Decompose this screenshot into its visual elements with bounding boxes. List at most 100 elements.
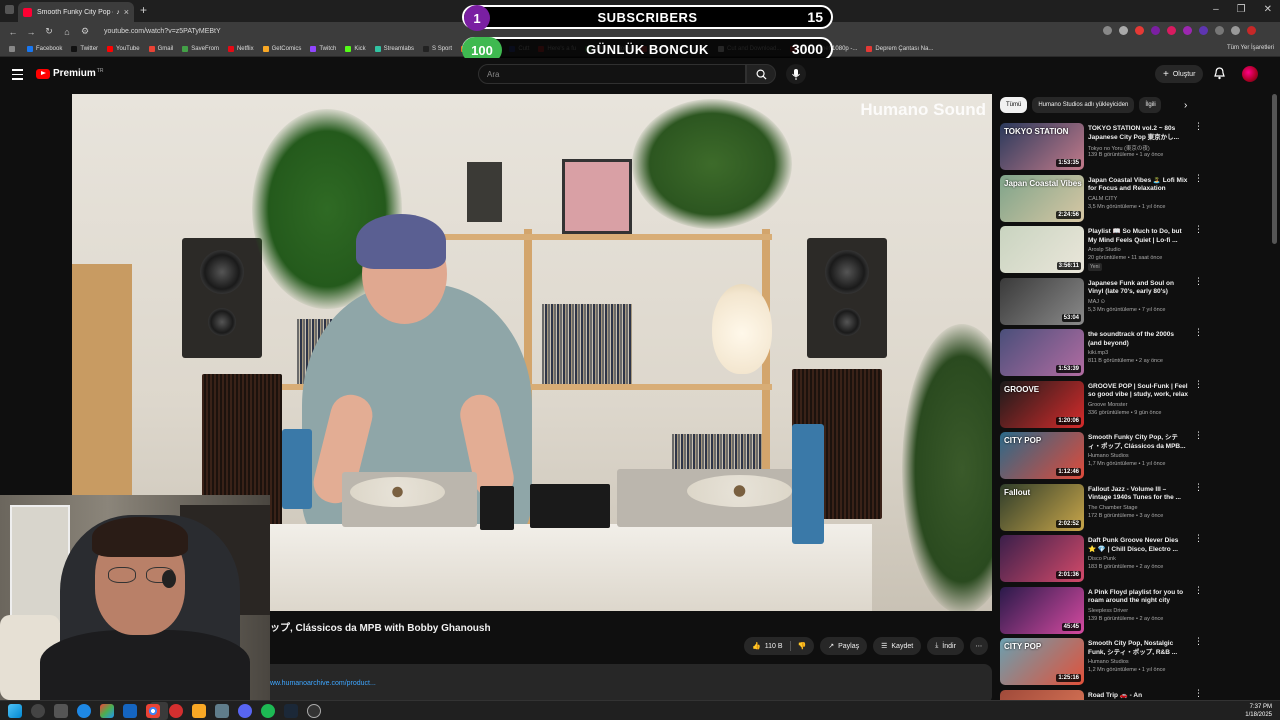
bookmark-item[interactable]: YouTube	[107, 45, 140, 52]
recommendation-channel[interactable]: Aroslp Studio	[1088, 247, 1121, 253]
more-vertical-icon[interactable]: ⋮	[1194, 585, 1203, 594]
search-taskbar-icon[interactable]	[31, 704, 45, 718]
recommendation-title[interactable]: TOKYO STATION vol.2 ~ 80s Japanese City …	[1088, 125, 1188, 142]
reload-icon[interactable]: ↻	[44, 26, 54, 37]
youtube-logo[interactable]: Premium TR	[36, 68, 103, 79]
recommendation-item[interactable]: 53:04 Japanese Funk and Soul on Vinyl (la…	[1000, 276, 1203, 325]
voice-search-button[interactable]	[786, 64, 806, 84]
tab-search-icon[interactable]	[5, 5, 14, 14]
extension-icon[interactable]	[1167, 26, 1176, 35]
recommendation-item[interactable]: 45:45 A Pink Floyd playlist for you to ro…	[1000, 585, 1203, 634]
download-button[interactable]: ⤓ İndir	[927, 637, 964, 655]
recommendation-channel[interactable]: The Chamber Stage	[1088, 505, 1138, 511]
recommendation-title[interactable]: Japan Coastal Vibes 🏝️ Lofi Mix for Focu…	[1088, 177, 1188, 194]
recommendation-title[interactable]: Daft Punk Groove Never Dies ⭐ 💎 | Chill …	[1088, 537, 1188, 554]
back-icon[interactable]: ←	[8, 27, 18, 37]
bookmark-item[interactable]: Netflix	[227, 45, 254, 52]
more-vertical-icon[interactable]: ⋮	[1194, 379, 1203, 388]
recommendation-item[interactable]: Japan Coastal Vibes 2:24:56 Japan Coastal …	[1000, 173, 1203, 222]
bookmark-item[interactable]: Deprem Çantası Na...	[866, 45, 933, 52]
bookmark-item[interactable]: SaveFrom	[182, 45, 219, 52]
bookmark-item[interactable]: Kick	[345, 45, 366, 52]
browser-tab[interactable]: Smooth Funky City Pop on ♪ ×	[18, 2, 134, 22]
bookmark-item[interactable]: Streamlabs	[374, 45, 414, 52]
recommendation-channel[interactable]: MAJ ⊙	[1088, 299, 1105, 305]
url-field[interactable]: youtube.com/watch?v=z5PATyMEBtY	[104, 28, 221, 35]
recommendation-thumbnail[interactable]: TOKYO STATION 1:53:35	[1000, 123, 1084, 170]
chrome-icon[interactable]	[146, 704, 160, 718]
recommendation-item[interactable]: CITY POP 1:25:16 Smooth City Pop, Nostalgi…	[1000, 637, 1203, 685]
recommendation-title[interactable]: Road Trip 🚗 - An	[1088, 692, 1188, 701]
save-button[interactable]: ☰ Kaydet	[873, 637, 922, 655]
copilot-icon[interactable]	[100, 704, 114, 718]
recommendation-channel[interactable]: Disco Punk	[1088, 556, 1116, 562]
all-bookmarks-folder[interactable]: Tüm Yer İşaretleri	[1227, 45, 1274, 51]
share-button[interactable]: ↗ Paylaş	[820, 637, 868, 655]
chevron-right-icon[interactable]: ›	[1184, 100, 1187, 111]
install-app-icon[interactable]	[1103, 26, 1112, 35]
more-vertical-icon[interactable]: ⋮	[1194, 637, 1203, 646]
downloads-icon[interactable]	[1231, 26, 1240, 35]
recommendation-item[interactable]: 1:53:39 the soundtrack of the 2000s (and …	[1000, 328, 1203, 376]
recommendation-thumbnail[interactable]: 1:53:39	[1000, 329, 1084, 376]
apps-grid-icon[interactable]	[9, 45, 18, 52]
recommendation-channel[interactable]: Sleepless Driver	[1088, 608, 1128, 614]
recommendation-title[interactable]: A Pink Floyd playlist for you to roam ar…	[1088, 589, 1188, 606]
opera-icon[interactable]	[169, 704, 183, 718]
bookmark-item[interactable]: Twitter	[71, 45, 98, 52]
recommendation-thumbnail[interactable]: 45:45	[1000, 586, 1084, 634]
page-scrollbar[interactable]	[1272, 94, 1277, 244]
forward-icon[interactable]: →	[26, 27, 36, 37]
thumbs-down-icon[interactable]: 👎	[798, 642, 807, 650]
store-icon[interactable]	[123, 704, 137, 718]
recommendation-thumbnail[interactable]: 3:56:11	[1000, 226, 1084, 273]
notifications-bell-icon[interactable]	[1214, 67, 1225, 85]
bookmark-item[interactable]: S Sport	[423, 45, 452, 52]
minimize-icon[interactable]: –	[1213, 4, 1219, 15]
bookmark-star-icon[interactable]	[1119, 26, 1128, 35]
description-link[interactable]: ww.humanoarchive.com/product...	[270, 680, 376, 687]
profile-icon[interactable]	[1247, 26, 1256, 35]
search-button[interactable]	[746, 64, 776, 84]
menu-icon[interactable]	[12, 69, 23, 83]
bookmark-item[interactable]: Facebook	[27, 45, 62, 52]
tab-close-icon[interactable]: ×	[124, 7, 129, 17]
thumbs-up-icon[interactable]: 👍	[752, 642, 761, 650]
maximize-icon[interactable]: ❐	[1237, 4, 1246, 15]
recommendation-thumbnail[interactable]: 2:01:36	[1000, 535, 1084, 582]
like-count[interactable]: 110 B	[765, 643, 783, 650]
more-vertical-icon[interactable]: ⋮	[1194, 534, 1203, 543]
system-clock[interactable]: 7:37 PM 1/18/2025	[1245, 703, 1272, 719]
bookmark-item[interactable]: GetComics	[262, 45, 301, 52]
more-vertical-icon[interactable]: ⋮	[1194, 688, 1203, 697]
extension-icon[interactable]	[1151, 26, 1160, 35]
tab-audio-icon[interactable]: ♪	[116, 9, 120, 16]
chip-related[interactable]: İlgili	[1139, 97, 1162, 113]
extension-icon[interactable]	[1183, 26, 1192, 35]
create-button[interactable]: + Oluştur	[1155, 65, 1204, 83]
home-icon[interactable]: ⌂	[62, 27, 72, 37]
recommendation-title[interactable]: Fallout Jazz - Volume III – Vintage 1940…	[1088, 486, 1188, 503]
recommendation-channel[interactable]: Groove Monster	[1088, 402, 1127, 408]
windows-start-icon[interactable]	[8, 704, 22, 718]
recommendation-channel[interactable]: Humano Studios	[1088, 453, 1129, 459]
recommendation-channel[interactable]: Humano Studios	[1088, 659, 1129, 665]
obs-icon[interactable]	[307, 704, 321, 718]
recommendation-thumbnail[interactable]: CITY POP 1:25:16	[1000, 638, 1084, 685]
new-tab-button[interactable]: +	[140, 3, 147, 17]
extension-icon[interactable]	[1199, 26, 1208, 35]
recommendation-item[interactable]: 3:56:11 Playlist 📖 So Much to Do, but My …	[1000, 225, 1203, 273]
extensions-puzzle-icon[interactable]	[1215, 26, 1224, 35]
close-window-icon[interactable]: ✕	[1264, 4, 1272, 15]
recommendation-title[interactable]: Japanese Funk and Soul on Vinyl (late 70…	[1088, 280, 1188, 297]
steam-icon[interactable]	[284, 704, 298, 718]
extension-icon[interactable]	[1135, 26, 1144, 35]
more-vertical-icon[interactable]: ⋮	[1194, 482, 1203, 491]
recommendation-title[interactable]: Smooth Funky City Pop, シティ・ポップ, Clássico…	[1088, 434, 1188, 451]
discord-icon[interactable]	[238, 704, 252, 718]
more-vertical-icon[interactable]: ⋮	[1194, 122, 1203, 131]
recommendation-channel[interactable]: Tokyo no Yoru (東京の夜)	[1088, 144, 1150, 152]
file-explorer-icon[interactable]	[192, 704, 206, 718]
recommendation-thumbnail[interactable]: Japan Coastal Vibes 2:24:56	[1000, 174, 1084, 222]
recommendation-item[interactable]: GROOVE 1:20:06 GROOVE POP | Soul-Funk | Fe…	[1000, 379, 1203, 428]
